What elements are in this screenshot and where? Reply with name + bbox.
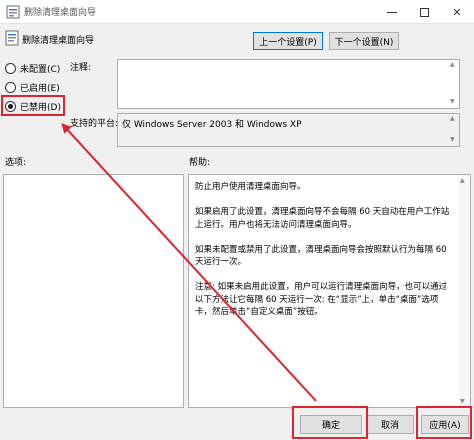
annotation-arrow	[61, 123, 317, 402]
